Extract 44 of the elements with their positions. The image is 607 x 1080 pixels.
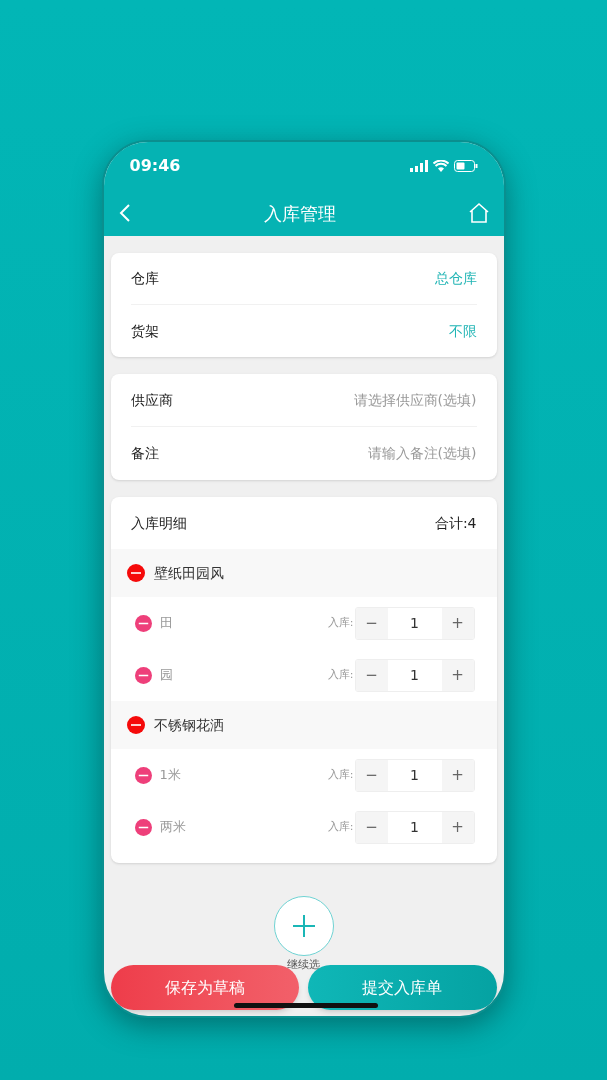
quantity-value[interactable]: 1 bbox=[387, 607, 442, 639]
variant-name: 1米 bbox=[159, 766, 181, 785]
remove-icon[interactable] bbox=[126, 716, 145, 734]
decrease-button[interactable]: − bbox=[355, 659, 388, 691]
field-label: 货架 bbox=[130, 321, 159, 341]
page-title: 入库管理 bbox=[263, 201, 336, 226]
decrease-button[interactable]: − bbox=[355, 759, 388, 791]
battery-icon bbox=[453, 160, 478, 172]
quantity-label: 入库: bbox=[327, 614, 354, 631]
remove-icon[interactable] bbox=[134, 666, 152, 684]
quantity-value[interactable]: 1 bbox=[387, 811, 442, 843]
remove-icon[interactable] bbox=[134, 614, 152, 632]
quantity-value[interactable]: 1 bbox=[387, 659, 442, 691]
variant-name: 两米 bbox=[159, 818, 186, 837]
field-label: 供应商 bbox=[130, 390, 173, 410]
back-icon[interactable] bbox=[117, 203, 132, 223]
field-label: 仓库 bbox=[130, 269, 159, 288]
input-field[interactable]: 请选择供应商(选填) bbox=[276, 389, 477, 411]
variant-name: 田 bbox=[159, 614, 173, 633]
product-name: 不锈钢花洒 bbox=[153, 715, 224, 735]
total-count: 合计:4 bbox=[434, 513, 477, 533]
quantity-label: 入库: bbox=[327, 818, 354, 835]
status-time: 09:46 bbox=[129, 155, 181, 177]
remove-icon[interactable] bbox=[134, 766, 152, 784]
field-label: 备注 bbox=[130, 444, 159, 463]
product-name: 壁纸田园风 bbox=[153, 563, 224, 583]
input-field[interactable]: 请输入备注(选填) bbox=[276, 443, 477, 464]
plus-icon bbox=[292, 915, 315, 937]
home-icon[interactable] bbox=[467, 202, 490, 224]
increase-button[interactable]: + bbox=[441, 607, 474, 639]
increase-button[interactable]: + bbox=[441, 811, 474, 843]
signal-icon bbox=[409, 160, 428, 172]
decrease-button[interactable]: − bbox=[355, 607, 388, 639]
variant-name: 园 bbox=[159, 666, 173, 685]
section-title: 入库明细 bbox=[130, 513, 187, 533]
increase-button[interactable]: + bbox=[441, 759, 474, 791]
quantity-label: 入库: bbox=[327, 766, 354, 783]
quantity-label: 入库: bbox=[327, 666, 354, 683]
remove-icon[interactable] bbox=[126, 564, 145, 582]
decrease-button[interactable]: − bbox=[355, 811, 388, 843]
increase-button[interactable]: + bbox=[441, 659, 474, 691]
wifi-icon bbox=[432, 160, 449, 172]
remove-icon[interactable] bbox=[134, 818, 152, 836]
quantity-value[interactable]: 1 bbox=[387, 759, 442, 791]
